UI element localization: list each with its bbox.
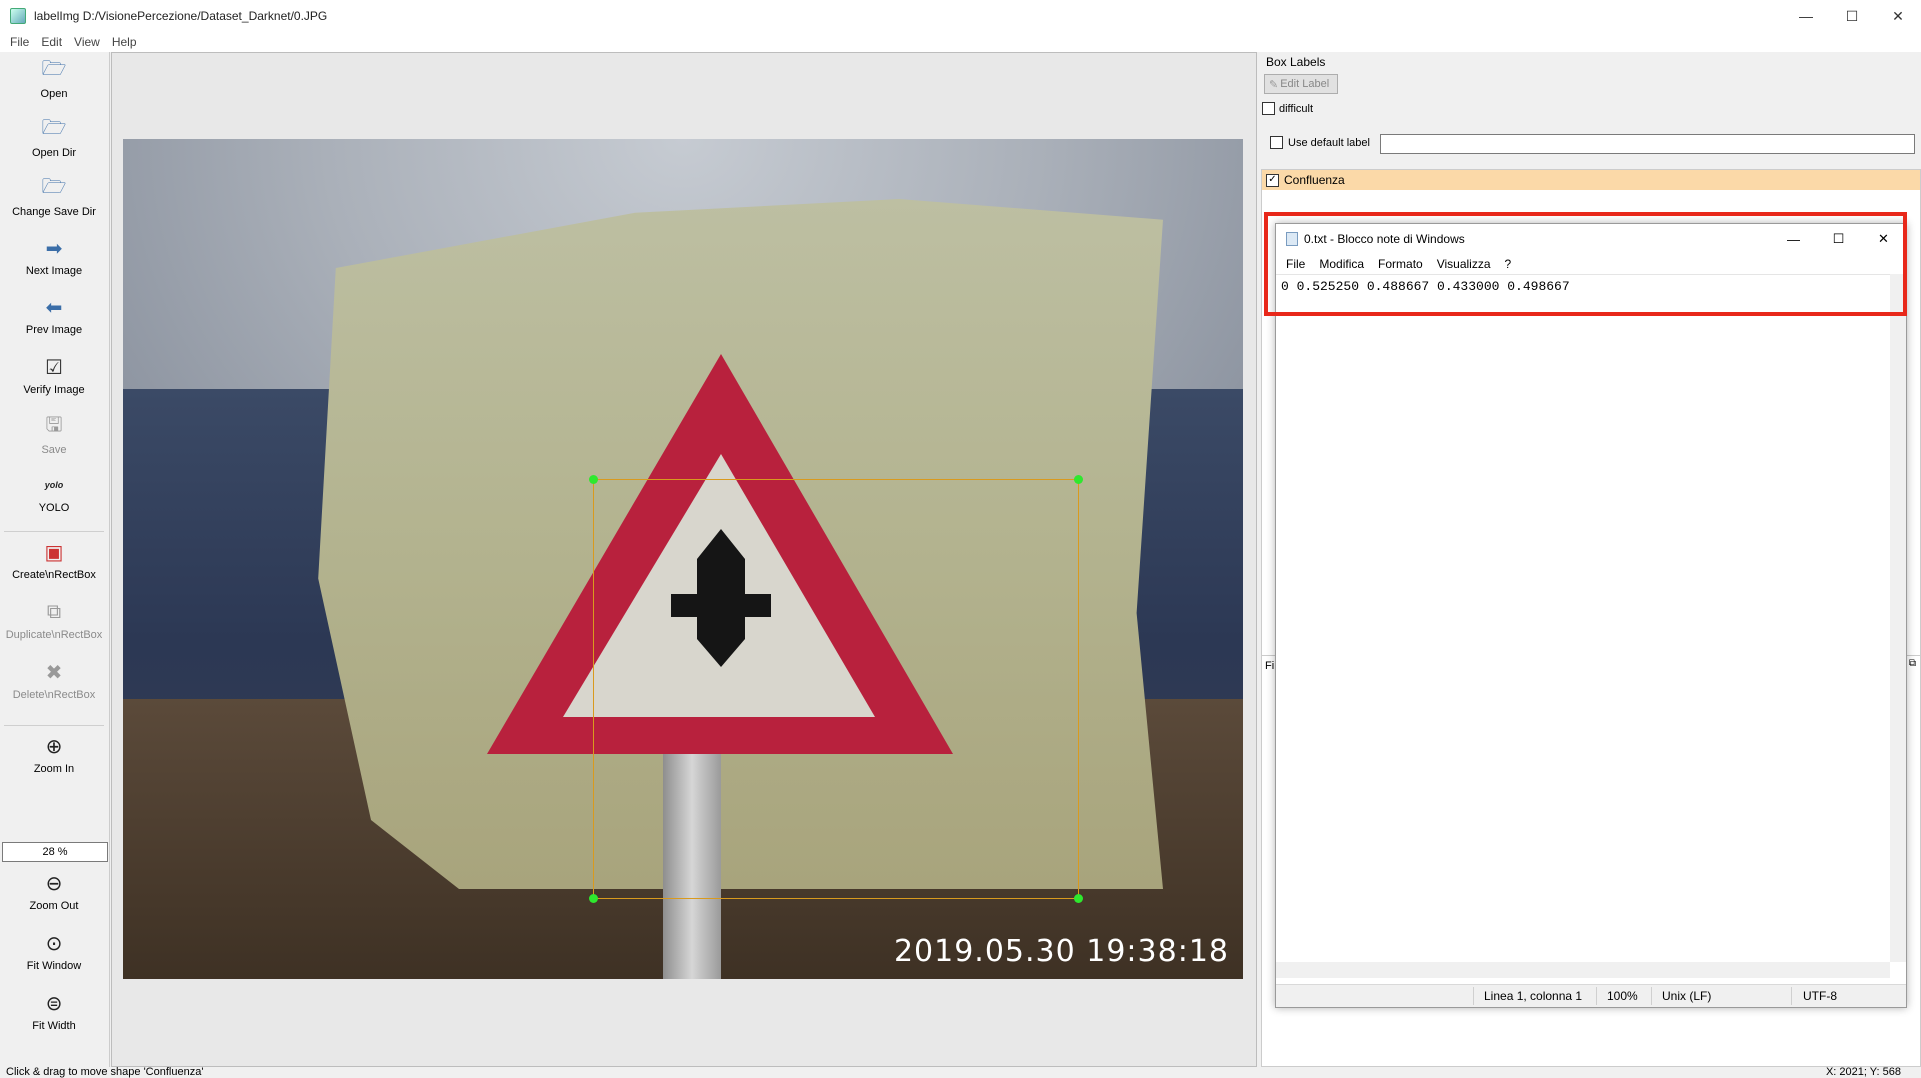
toolbar-separator <box>4 725 104 726</box>
checkbox-icon: ☑ <box>45 356 63 379</box>
delete-rectbox-button[interactable]: ✖ Delete\nRectBox <box>0 653 108 711</box>
fit-window-icon: ⊙ <box>45 932 63 955</box>
format-label: YOLO <box>38 502 70 514</box>
window-title: labelImg D:/VisionePercezione/Dataset_Da… <box>34 9 328 23</box>
encoding: UTF-8 <box>1803 989 1837 1003</box>
notepad-vertical-scrollbar[interactable] <box>1890 274 1906 962</box>
bbox-handle-bottom-left[interactable] <box>589 894 598 903</box>
menu-view[interactable]: View <box>74 35 100 49</box>
cursor-position: Linea 1, colonna 1 <box>1484 989 1583 1003</box>
open-dir-label: Open Dir <box>31 147 77 159</box>
fit-window-label: Fit Window <box>26 960 82 972</box>
create-rect-icon: ▣ <box>44 541 64 564</box>
zoom-value-field[interactable]: 28 % <box>2 842 108 862</box>
cursor-coords: X: 2021; Y: 568 <box>1825 1066 1901 1078</box>
edit-label-button[interactable]: ✎ Edit Label <box>1264 74 1338 94</box>
status-bar: Click & drag to move shape 'Confluenza' … <box>0 1066 1921 1078</box>
open-dir-button[interactable]: 🗁 Open Dir <box>0 111 108 169</box>
zoom-level: 100% <box>1607 989 1638 1003</box>
difficult-label: difficult <box>1279 102 1314 115</box>
window-titlebar: labelImg D:/VisionePercezione/Dataset_Da… <box>0 0 1921 32</box>
toolbar-separator <box>4 531 104 532</box>
zoom-in-icon: ⊕ <box>45 735 63 758</box>
menu-help[interactable]: Help <box>112 35 137 49</box>
change-save-dir-button[interactable]: 🗁 Change Save Dir <box>0 170 108 228</box>
folder-open-icon: 🗁 <box>41 58 67 80</box>
create-rectbox-label: Create\nRectBox <box>12 569 96 581</box>
prev-image-button[interactable]: ⬅ Prev Image <box>0 288 108 346</box>
zoom-in-label: Zoom In <box>33 763 75 775</box>
maximize-button[interactable]: ☐ <box>1829 0 1875 32</box>
dock-float-icon[interactable]: ⧉ <box>1909 658 1916 669</box>
zoom-out-label: Zoom Out <box>29 900 79 912</box>
next-image-button[interactable]: ➡ Next Image <box>0 229 108 287</box>
folder-open-icon: 🗁 <box>41 176 67 198</box>
menu-edit[interactable]: Edit <box>41 35 62 49</box>
save-button[interactable]: 🖫 Save <box>0 408 108 466</box>
fit-width-label: Fit Width <box>32 1020 76 1032</box>
use-default-label-checkbox[interactable] <box>1270 136 1283 149</box>
bounding-box-confluenza[interactable] <box>593 479 1079 899</box>
floppy-disk-icon: 🖫 <box>45 414 63 436</box>
delete-rectbox-label: Delete\nRectBox <box>12 689 96 701</box>
notepad-window[interactable]: 0.txt - Blocco note di Windows — ☐ ✕ Fil… <box>1275 223 1907 1008</box>
edit-label-text: Edit Label <box>1280 78 1330 90</box>
fit-width-icon: ⊜ <box>45 992 63 1015</box>
folder-open-icon: 🗁 <box>41 117 67 139</box>
format-toggle-button[interactable]: yolo YOLO <box>0 466 108 524</box>
fit-window-button[interactable]: ⊙ Fit Window <box>0 924 108 982</box>
labelimg-app-icon <box>10 8 26 24</box>
arrow-left-icon: ⬅ <box>45 296 63 319</box>
annotated-photo[interactable]: 2019.05.30 19:38:18 <box>123 139 1243 979</box>
duplicate-rectbox-button[interactable]: ⧉ Duplicate\nRectBox <box>0 593 108 651</box>
use-default-label-text: Use default label <box>1288 136 1370 149</box>
change-save-dir-label: Change Save Dir <box>12 206 96 218</box>
delete-x-icon: ✖ <box>45 661 63 684</box>
open-button[interactable]: 🗁 Open <box>0 52 108 110</box>
yolo-format-icon: yolo <box>44 480 64 490</box>
bbox-handle-bottom-right[interactable] <box>1074 894 1083 903</box>
open-label: Open <box>40 88 68 100</box>
fit-width-button[interactable]: ⊜ Fit Width <box>0 984 108 1042</box>
notepad-horizontal-scrollbar[interactable] <box>1276 962 1890 978</box>
minimize-button[interactable]: — <box>1783 0 1829 32</box>
edit-icon: ✎ <box>1269 78 1279 91</box>
verify-image-label: Verify Image <box>23 384 85 396</box>
zoom-out-icon: ⊖ <box>45 872 63 895</box>
bbox-handle-top-right[interactable] <box>1074 475 1083 484</box>
create-rectbox-button[interactable]: ▣ Create\nRectBox <box>0 533 108 591</box>
file-list-title: Fi <box>1265 660 1275 672</box>
menu-bar: File Edit View Help <box>0 32 1921 52</box>
notepad-text-area[interactable]: 0 0.525250 0.488667 0.433000 0.498667 <box>1276 274 1890 978</box>
difficult-checkbox[interactable] <box>1262 102 1275 115</box>
label-name: Confluenza <box>1284 173 1345 187</box>
photo-timestamp: 2019.05.30 19:38:18 <box>893 934 1229 969</box>
line-ending: Unix (LF) <box>1662 989 1712 1003</box>
verify-image-button[interactable]: ☑ Verify Image <box>0 348 108 406</box>
default-label-input[interactable] <box>1380 134 1915 154</box>
zoom-out-button[interactable]: ⊖ Zoom Out <box>0 864 108 922</box>
red-highlight-box <box>1264 212 1907 316</box>
duplicate-icon: ⧉ <box>46 600 62 623</box>
close-button[interactable]: ✕ <box>1875 0 1921 32</box>
menu-file[interactable]: File <box>10 35 29 49</box>
prev-image-label: Prev Image <box>25 324 83 336</box>
status-message: Click & drag to move shape 'Confluenza' <box>6 1066 204 1078</box>
arrow-right-icon: ➡ <box>45 237 63 260</box>
zoom-in-button[interactable]: ⊕ Zoom In <box>0 727 108 785</box>
next-image-label: Next Image <box>25 265 83 277</box>
save-label: Save <box>41 444 67 456</box>
dock-title: Box Labels <box>1266 55 1326 69</box>
label-list-item[interactable]: ✓ Confluenza <box>1262 170 1920 190</box>
left-toolbar: 🗁 Open 🗁 Open Dir 🗁 Change Save Dir ➡ Ne… <box>0 52 110 1067</box>
label-visible-checkbox[interactable]: ✓ <box>1266 173 1279 187</box>
notepad-status-bar: Linea 1, colonna 1 100% Unix (LF) UTF-8 <box>1276 984 1906 1007</box>
duplicate-rectbox-label: Duplicate\nRectBox <box>5 629 103 641</box>
bbox-handle-top-left[interactable] <box>589 475 598 484</box>
